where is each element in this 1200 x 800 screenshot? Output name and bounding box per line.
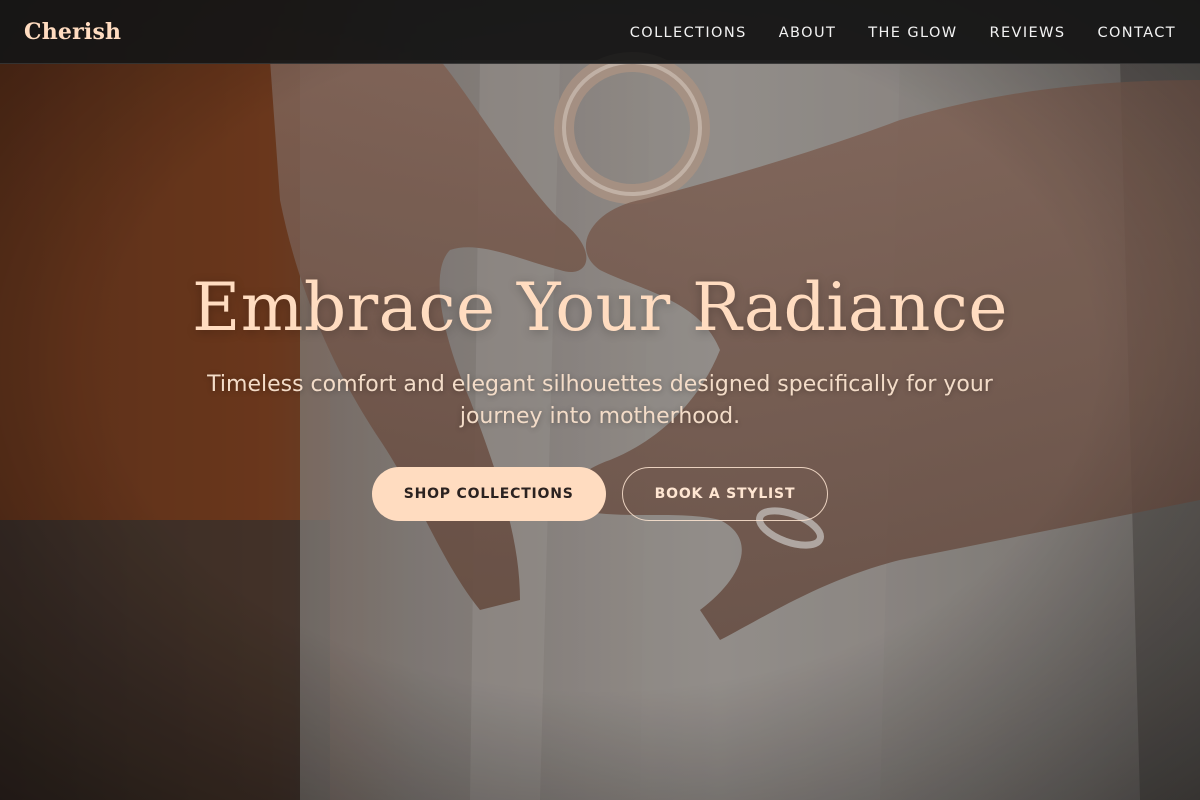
nav-item-contact: CONTACT (1097, 22, 1176, 41)
nav-link-about[interactable]: ABOUT (779, 25, 837, 41)
hero-subheadline: Timeless comfort and elegant silhouettes… (207, 371, 993, 429)
nav-menu: COLLECTIONS ABOUT THE GLOW REVIEWS CONTA… (630, 22, 1176, 41)
nav-item-collections: COLLECTIONS (630, 22, 747, 41)
nav-link-collections[interactable]: COLLECTIONS (630, 25, 747, 41)
top-navigation: Cherish COLLECTIONS ABOUT THE GLOW REVIE… (0, 0, 1200, 64)
brand-logo[interactable]: Cherish (24, 19, 121, 45)
nav-item-reviews: REVIEWS (990, 22, 1066, 41)
nav-item-about: ABOUT (779, 22, 837, 41)
book-stylist-button[interactable]: BOOK A STYLIST (621, 466, 829, 521)
nav-link-contact[interactable]: CONTACT (1097, 25, 1176, 41)
nav-item-the-glow: THE GLOW (868, 22, 957, 41)
hero-headline: Embrace Your Radiance (192, 269, 1008, 346)
nav-link-the-glow[interactable]: THE GLOW (868, 25, 957, 41)
hero-cta-group: SHOP COLLECTIONS BOOK A STYLIST (371, 466, 829, 521)
shop-collections-button[interactable]: SHOP COLLECTIONS (371, 466, 606, 521)
nav-link-reviews[interactable]: REVIEWS (990, 25, 1066, 41)
hero-content: Embrace Your Radiance Timeless comfort a… (0, 269, 1200, 521)
